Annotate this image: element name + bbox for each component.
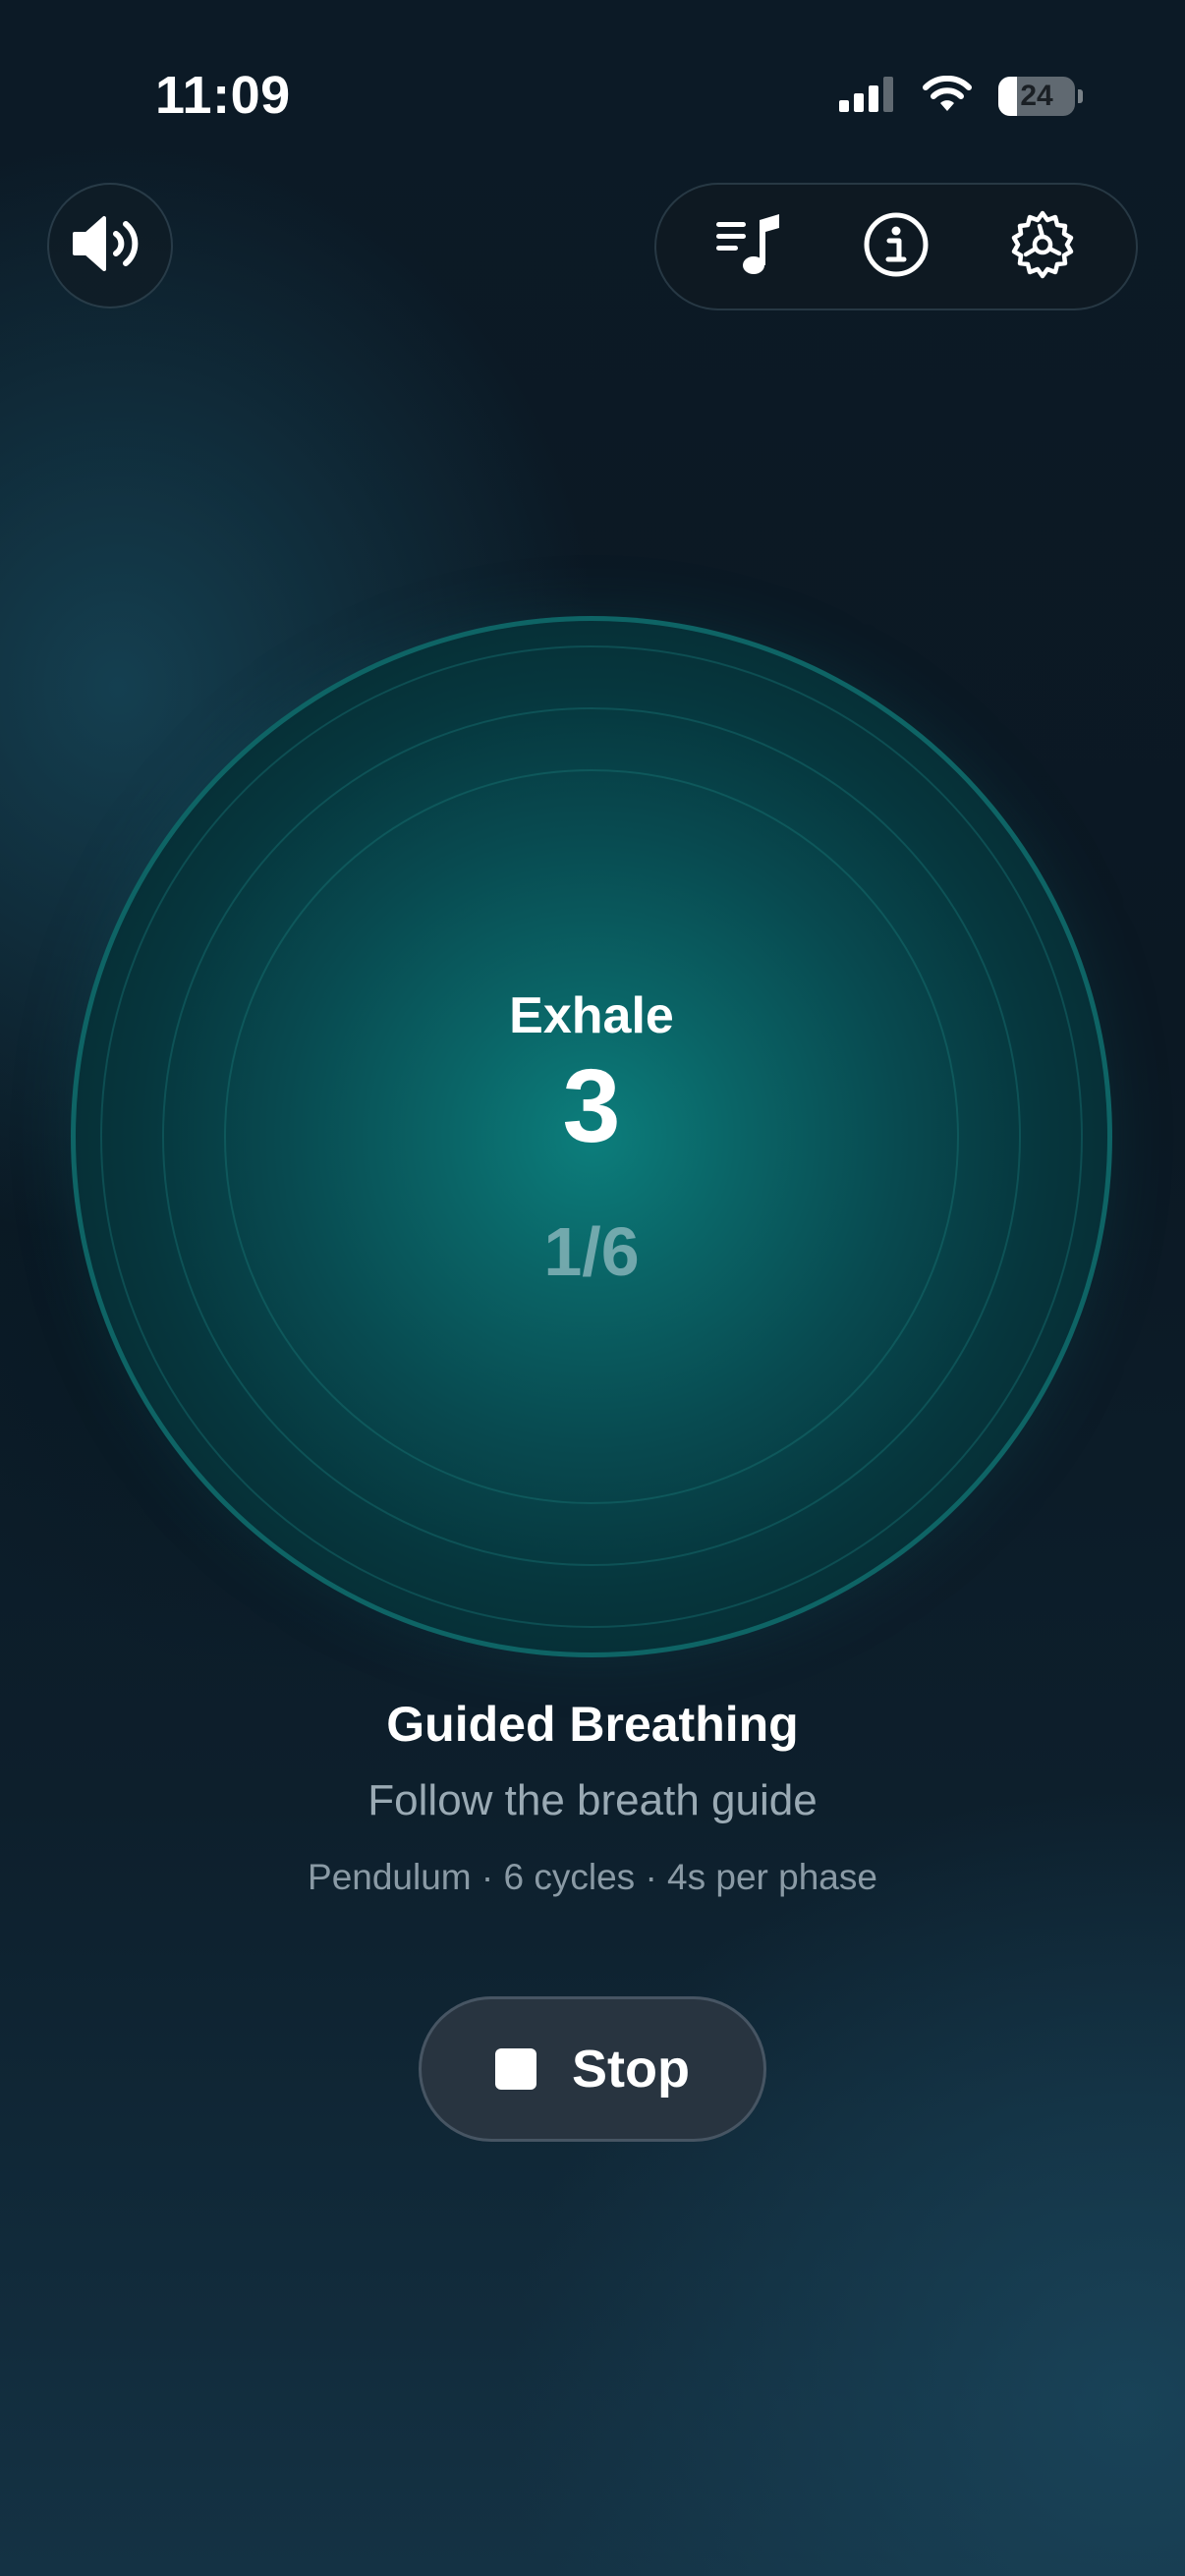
settings-gear-icon [1007,209,1078,285]
cellular-signal-icon [839,76,896,117]
speaker-wave-icon [71,212,149,280]
wifi-icon [922,75,973,118]
breath-countdown: 3 [562,1048,621,1164]
playlist-button[interactable] [696,193,804,301]
music-list-icon [714,212,785,282]
status-bar: 11:09 24 [0,0,1185,196]
stop-icon [495,2048,536,2090]
top-toolbar [654,183,1138,310]
settings-button[interactable] [988,193,1097,301]
cycle-progress: 1/6 [543,1213,640,1290]
status-icons: 24 [839,75,1083,118]
exercise-details: Pendulum · 6 cycles · 4s per phase [308,1857,877,1897]
exercise-title: Guided Breathing [386,1697,799,1752]
info-icon [863,211,930,283]
info-button[interactable] [842,193,950,301]
status-time: 11:09 [155,66,291,125]
breath-phase-label: Exhale [509,987,674,1044]
sound-toggle-button[interactable] [47,183,173,308]
battery-icon: 24 [998,77,1075,116]
breathing-orb: Exhale 3 1/6 [71,616,1112,1657]
exercise-subtitle: Follow the breath guide [367,1776,818,1824]
stop-label: Stop [572,2040,690,2099]
battery-indicator: 24 [998,77,1083,116]
battery-level: 24 [1020,80,1053,112]
stop-button[interactable]: Stop [419,1996,766,2142]
battery-fill [998,77,1017,116]
battery-cap [1078,89,1083,103]
